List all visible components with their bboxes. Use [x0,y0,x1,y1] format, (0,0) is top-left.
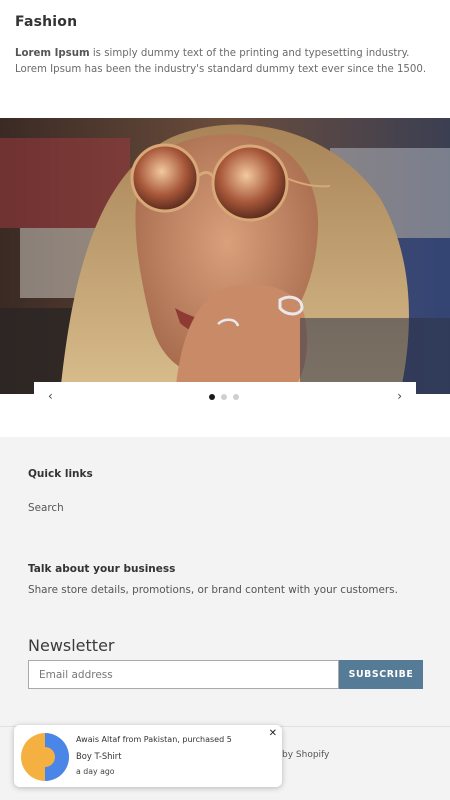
section-description-bold: Lorem Ipsum [15,48,90,59]
footer-link-search[interactable]: Search [28,502,93,514]
subscribe-button[interactable]: SUBSCRIBE [339,660,423,689]
section-description: Lorem Ipsum is simply dummy text of the … [15,46,435,77]
featured-text-section: Fashion Lorem Ipsum is simply dummy text… [0,0,450,118]
notification-message: Awais Altaf from Pakistan, purchased 5 [76,735,232,744]
woman-sunglasses-photo [0,118,450,394]
notification-product[interactable]: Boy T-Shirt [76,751,122,761]
about-heading: Talk about your business [28,563,176,575]
chevron-left-icon[interactable]: ‹ [48,390,53,402]
about-section: Talk about your business Share store det… [28,563,398,596]
product-thumbnail [21,733,69,781]
quick-links-heading: Quick links [28,468,93,480]
slide-dot-1[interactable] [209,394,215,400]
slide-dot-2[interactable] [221,394,227,400]
newsletter-heading: Newsletter [28,636,115,655]
quick-links-section: Quick links Search [28,468,93,514]
close-icon[interactable]: ✕ [269,728,277,739]
slideshow-dots [209,394,239,400]
powered-by-shopify[interactable]: by Shopify [282,750,329,760]
newsletter-form: SUBSCRIBE [28,660,423,689]
slideshow-controls: ‹ › [34,382,416,412]
notification-time: a day ago [76,767,115,776]
chevron-right-icon[interactable]: › [397,390,402,402]
slide-dot-3[interactable] [233,394,239,400]
slideshow-image[interactable] [0,118,450,394]
email-input[interactable] [28,660,339,689]
sales-notification-popup[interactable]: Awais Altaf from Pakistan, purchased 5 B… [14,725,282,787]
section-title: Fashion [15,14,78,30]
about-text: Share store details, promotions, or bran… [28,584,398,596]
